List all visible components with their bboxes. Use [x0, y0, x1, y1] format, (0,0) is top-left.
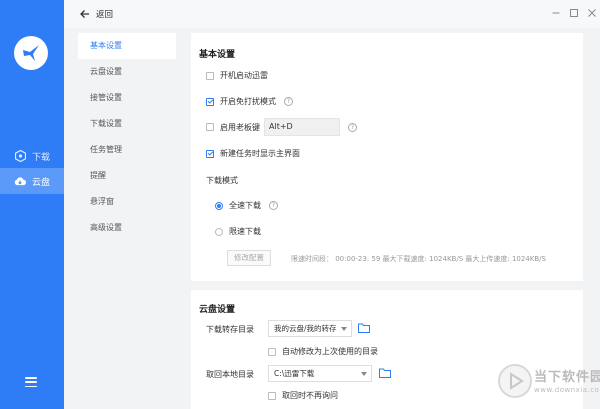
settings-tab-download[interactable]: 下载设置 [78, 111, 176, 137]
sidebar-item-cloud[interactable]: 云盘 [0, 168, 64, 194]
dnd-label: 开启免打扰模式 [220, 97, 276, 106]
show-main-row[interactable]: 新建任务时显示主界面 [206, 148, 300, 159]
section-title: 云盘设置 [199, 305, 236, 315]
dnd-row[interactable]: 开启免打扰模式 ? [206, 96, 293, 107]
settings-tab-tasks[interactable]: 任务管理 [78, 137, 176, 163]
download-hex-icon [14, 150, 26, 162]
bird-icon [23, 45, 39, 61]
basic-settings-panel: 基本设置 开机启动迅雷 开启免打扰模式 ? 启用老板键 Alt+D ? 新建任务… [191, 33, 583, 281]
download-mode-title: 下载模式 [206, 176, 238, 185]
watermark: 当下软件园 www.downxia.com [498, 362, 600, 402]
sidebar-item-label: 下载 [32, 152, 51, 163]
settings-tab-basic[interactable]: 基本设置 [78, 33, 176, 59]
autostart-row[interactable]: 开机启动迅雷 [206, 70, 268, 81]
back-button[interactable]: 返回 [80, 8, 113, 20]
boss-key-checkbox[interactable] [206, 123, 214, 131]
local-dir-label: 取回本地目录 [206, 370, 254, 379]
save-dir-select[interactable]: 我的云盘/我的转存 [268, 320, 352, 337]
show-main-label: 新建任务时显示主界面 [220, 149, 300, 158]
chevron-down-icon [341, 327, 347, 331]
settings-tab-reminder[interactable]: 提醒 [78, 163, 176, 189]
settings-tab-floating[interactable]: 悬浮窗 [78, 189, 176, 215]
back-label: 返回 [96, 10, 114, 20]
limited-speed-label: 限速下载 [229, 227, 261, 236]
help-icon[interactable]: ? [284, 97, 293, 106]
dnd-checkbox[interactable] [206, 97, 214, 106]
help-icon[interactable]: ? [269, 201, 278, 210]
left-sidebar: 下载 云盘 [0, 0, 64, 409]
help-icon[interactable]: ? [348, 122, 357, 132]
limited-speed-row[interactable]: 限速下载 [215, 226, 261, 237]
boss-key-input[interactable]: Alt+D [264, 118, 340, 136]
boss-key-label: 启用老板键 [220, 122, 260, 132]
local-dir-value: C:\迅雷下载 [274, 369, 315, 378]
maximize-icon[interactable] [569, 8, 579, 18]
autostart-checkbox[interactable] [206, 71, 214, 80]
watermark-title: 当下软件园 [534, 370, 600, 385]
thunder-logo [14, 36, 48, 70]
section-title: 基本设置 [199, 50, 236, 60]
menu-icon[interactable] [25, 377, 37, 387]
autostart-label: 开机启动迅雷 [220, 71, 268, 80]
speed-limit-info: 限速时间段： 00:00-23: 59 最大下载速度: 1024KB/S 最大上… [291, 255, 546, 263]
play-arrow-icon [510, 372, 524, 390]
save-dir-value: 我的云盘/我的转存 [274, 324, 337, 333]
limited-speed-radio[interactable] [215, 227, 223, 236]
watermark-url: www.downxia.com [534, 386, 600, 394]
auto-modify-label: 自动修改为上次使用的目录 [282, 347, 378, 356]
no-ask-label: 取回时不再询问 [282, 391, 338, 400]
full-speed-label: 全速下载 [229, 201, 261, 210]
arrow-left-icon [80, 10, 89, 18]
chevron-down-icon [361, 372, 367, 376]
full-speed-row[interactable]: 全速下载 ? [215, 200, 278, 211]
sidebar-item-label: 云盘 [32, 177, 51, 188]
settings-nav: 基本设置 云盘设置 接管设置 下载设置 任务管理 提醒 悬浮窗 高级设置 [78, 33, 176, 241]
settings-tab-advanced[interactable]: 高级设置 [78, 215, 176, 241]
full-speed-radio[interactable] [215, 201, 223, 210]
folder-icon[interactable] [379, 368, 391, 378]
watermark-logo [498, 364, 532, 398]
settings-tab-takeover[interactable]: 接管设置 [78, 85, 176, 111]
auto-modify-row[interactable]: 自动修改为上次使用的目录 [268, 346, 378, 357]
no-ask-checkbox[interactable] [268, 391, 276, 400]
no-ask-row[interactable]: 取回时不再询问 [268, 390, 338, 401]
minimize-icon[interactable] [551, 8, 561, 18]
save-dir-label: 下载转存目录 [206, 325, 254, 334]
folder-icon[interactable] [358, 323, 370, 333]
title-bar: 返回 [64, 0, 600, 28]
sidebar-item-download[interactable]: 下载 [0, 143, 64, 169]
edit-config-button[interactable]: 修改配置 [227, 250, 271, 266]
local-dir-select[interactable]: C:\迅雷下载 [268, 365, 372, 382]
close-icon[interactable] [587, 8, 597, 18]
settings-tab-cloud[interactable]: 云盘设置 [78, 59, 176, 85]
show-main-checkbox[interactable] [206, 149, 214, 158]
auto-modify-checkbox[interactable] [268, 347, 276, 356]
cloud-icon [14, 175, 26, 187]
boss-key-row[interactable]: 启用老板键 Alt+D ? [206, 118, 357, 136]
